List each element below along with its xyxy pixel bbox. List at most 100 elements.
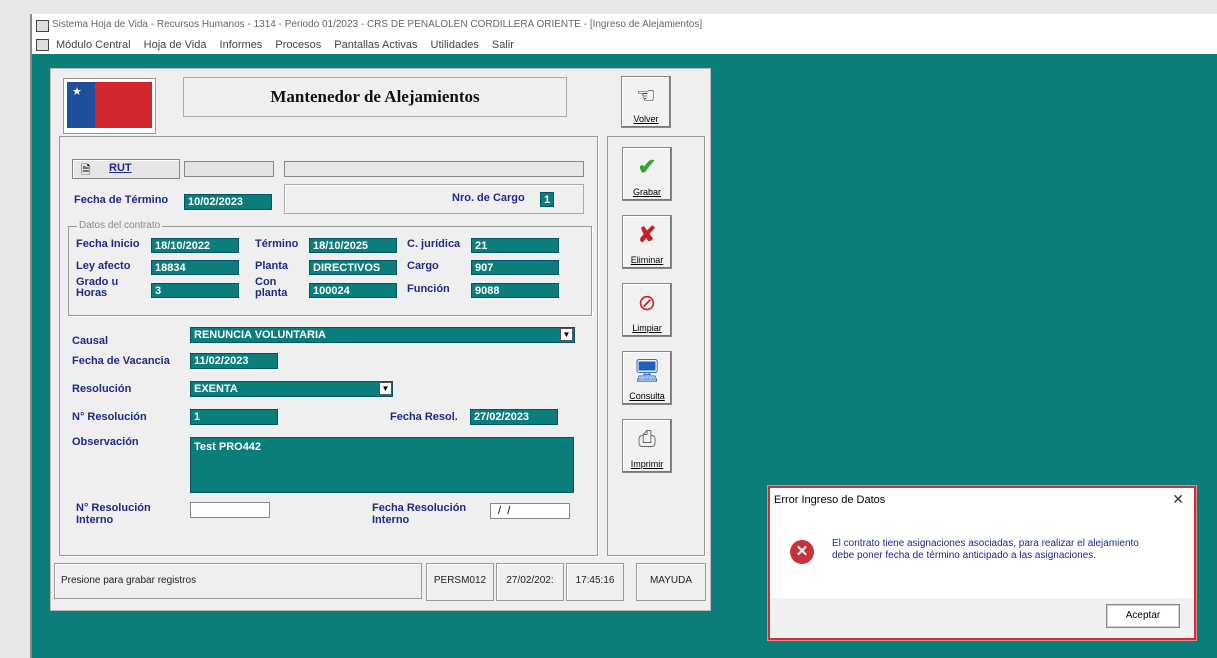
n-resolucion-field[interactable]: 1 [190, 409, 278, 425]
resolucion-dropdown-icon[interactable]: ▼ [379, 382, 392, 395]
fecha-res-interno-input[interactable]: / / [490, 503, 570, 519]
x-delete-icon: ✘ [637, 222, 657, 247]
rut-label: RUT [109, 162, 132, 174]
dialog-message: El contrato tiene asignaciones asociadas… [832, 538, 1139, 561]
close-icon[interactable]: ✕ [1172, 491, 1184, 508]
resolucion-select[interactable]: EXENTA [190, 381, 393, 397]
fecha-res-interno-label-line2: Interno [372, 514, 410, 526]
fecha-inicio-label: Fecha Inicio [76, 238, 140, 250]
con-planta-label-line2: planta [255, 287, 288, 299]
rut-input[interactable] [184, 161, 274, 177]
rut-button[interactable]: 🗎 RUT [72, 159, 180, 179]
grabar-button[interactable]: ✔ Grabar [622, 147, 672, 201]
nro-cargo-field[interactable]: 1 [540, 192, 554, 207]
c-juridica-field: 21 [471, 238, 559, 253]
fecha-termino-label: Fecha de Término [74, 194, 169, 206]
n-res-interno-label: N° Resolución Interno [76, 502, 151, 526]
status-time: 17:45:16 [566, 563, 624, 601]
app-icon [36, 20, 49, 32]
funcion-field: 9088 [471, 283, 559, 298]
consulta-button[interactable]: 🖥 Consulta [622, 351, 672, 405]
status-message: Presione para grabar registros [54, 563, 422, 599]
error-dialog: Error Ingreso de Datos ✕ ✕ El contrato t… [768, 486, 1196, 640]
fecha-resol-field[interactable]: 27/02/2023 [470, 409, 558, 425]
no-entry-icon: ⊘ [637, 290, 657, 315]
imprimir-button[interactable]: ⎙ Imprimir [622, 419, 672, 473]
main-panel: 🗎 RUT Fecha de Término 10/02/2023 Nro. d… [59, 136, 598, 556]
menu-modulo-central[interactable]: Módulo Central [56, 39, 131, 51]
observacion-label: Observación [72, 436, 139, 448]
dialog-title: Error Ingreso de Datos [774, 494, 886, 506]
c-juridica-label: C. jurídica [407, 238, 461, 250]
causal-select[interactable]: RENUNCIA VOLUNTARIA [190, 327, 575, 343]
menu-salir[interactable]: Salir [492, 39, 514, 51]
grado-label: Grado u Horas [76, 277, 118, 299]
n-res-interno-input[interactable] [190, 502, 270, 518]
eliminar-button[interactable]: ✘ Eliminar [622, 215, 672, 269]
con-planta-label: Con planta [255, 277, 287, 299]
star-icon: ★ [72, 86, 82, 98]
datos-contrato-group: Datos del contrato Fecha Inicio 18/10/20… [68, 220, 592, 316]
checkmark-icon: ✔ [637, 154, 657, 179]
planta-field: DIRECTIVOS [309, 260, 397, 275]
funcion-label: Función [407, 283, 450, 295]
fecha-res-interno-label: Fecha Resolución Interno [372, 502, 466, 526]
dialog-footer: Aceptar [770, 598, 1194, 638]
limpiar-button[interactable]: ⊘ Limpiar [622, 283, 672, 337]
status-bar: Presione para grabar registros PERSM012 … [52, 563, 709, 607]
menu-pantallas-activas[interactable]: Pantallas Activas [334, 39, 417, 51]
menu-utilidades[interactable]: Utilidades [431, 39, 479, 51]
nro-cargo-label: Nro. de Cargo [452, 192, 525, 204]
cargo-box [284, 184, 584, 214]
name-display [284, 161, 584, 177]
mdi-icon[interactable] [36, 39, 49, 51]
termino-label: Término [255, 238, 299, 250]
consulta-label: Consulta [629, 391, 665, 401]
menu-bar: Módulo Central Hoja de Vida Informes Pro… [32, 36, 1217, 54]
volver-label: Volver [633, 114, 659, 124]
fecha-res-interno-label-line1: Fecha Resolución [372, 502, 467, 514]
volver-button[interactable]: ☜ Volver [621, 76, 671, 128]
n-resolucion-label: N° Resolución [72, 411, 147, 423]
ley-afecto-field: 18834 [151, 260, 239, 275]
aceptar-button[interactable]: Aceptar [1106, 604, 1180, 628]
search-doc-icon: 🗎 [81, 163, 91, 177]
resolucion-label: Resolución [72, 383, 132, 395]
planta-label: Planta [255, 260, 289, 272]
window-title: Sistema Hoja de Vida - Recursos Humanos … [52, 19, 703, 30]
error-icon: ✕ [790, 540, 814, 564]
status-date: 27/02/202: [496, 563, 564, 601]
n-res-interno-label-line2: Interno [76, 514, 114, 526]
status-program: PERSM012 [426, 563, 494, 601]
ley-afecto-label: Ley afecto [76, 260, 131, 272]
grado-label-line2: Horas [76, 287, 108, 299]
printer-icon: ⎙ [638, 426, 656, 451]
cargo-field: 907 [471, 260, 559, 275]
fecha-resol-label: Fecha Resol. [390, 411, 458, 423]
causal-label: Causal [72, 335, 109, 347]
imprimir-label: Imprimir [630, 459, 664, 469]
form-title: Mantenedor de Alejamientos [183, 77, 567, 117]
grabar-label: Grabar [632, 187, 661, 197]
menu-procesos[interactable]: Procesos [275, 39, 321, 51]
datos-contrato-title: Datos del contrato [77, 220, 163, 231]
menu-hoja-de-vida[interactable]: Hoja de Vida [144, 39, 207, 51]
title-bar: Sistema Hoja de Vida - Recursos Humanos … [32, 14, 1217, 36]
pointing-hand-icon: ☜ [636, 83, 656, 108]
fecha-vacancia-field[interactable]: 11/02/2023 [190, 353, 278, 369]
n-res-interno-label-line1: N° Resolución [76, 502, 151, 514]
menu-informes[interactable]: Informes [220, 39, 263, 51]
ministry-logo: ★ [63, 78, 156, 134]
status-caps: MAYUDA [636, 563, 706, 601]
fecha-termino-field[interactable]: 10/02/2023 [184, 194, 272, 210]
fecha-vacancia-label: Fecha de Vacancia [72, 355, 170, 367]
causal-dropdown-icon[interactable]: ▼ [560, 328, 573, 341]
termino-field: 18/10/2025 [309, 238, 397, 253]
con-planta-field: 100024 [309, 283, 397, 298]
eliminar-label: Eliminar [630, 255, 664, 265]
grado-field: 3 [151, 283, 239, 298]
action-panel: ✔ Grabar ✘ Eliminar ⊘ Limpiar 🖥 Consulta… [607, 136, 705, 556]
observacion-textarea[interactable]: Test PRO442 [190, 437, 574, 493]
computer-icon: 🖥 [633, 358, 661, 383]
fecha-inicio-field: 18/10/2022 [151, 238, 239, 253]
